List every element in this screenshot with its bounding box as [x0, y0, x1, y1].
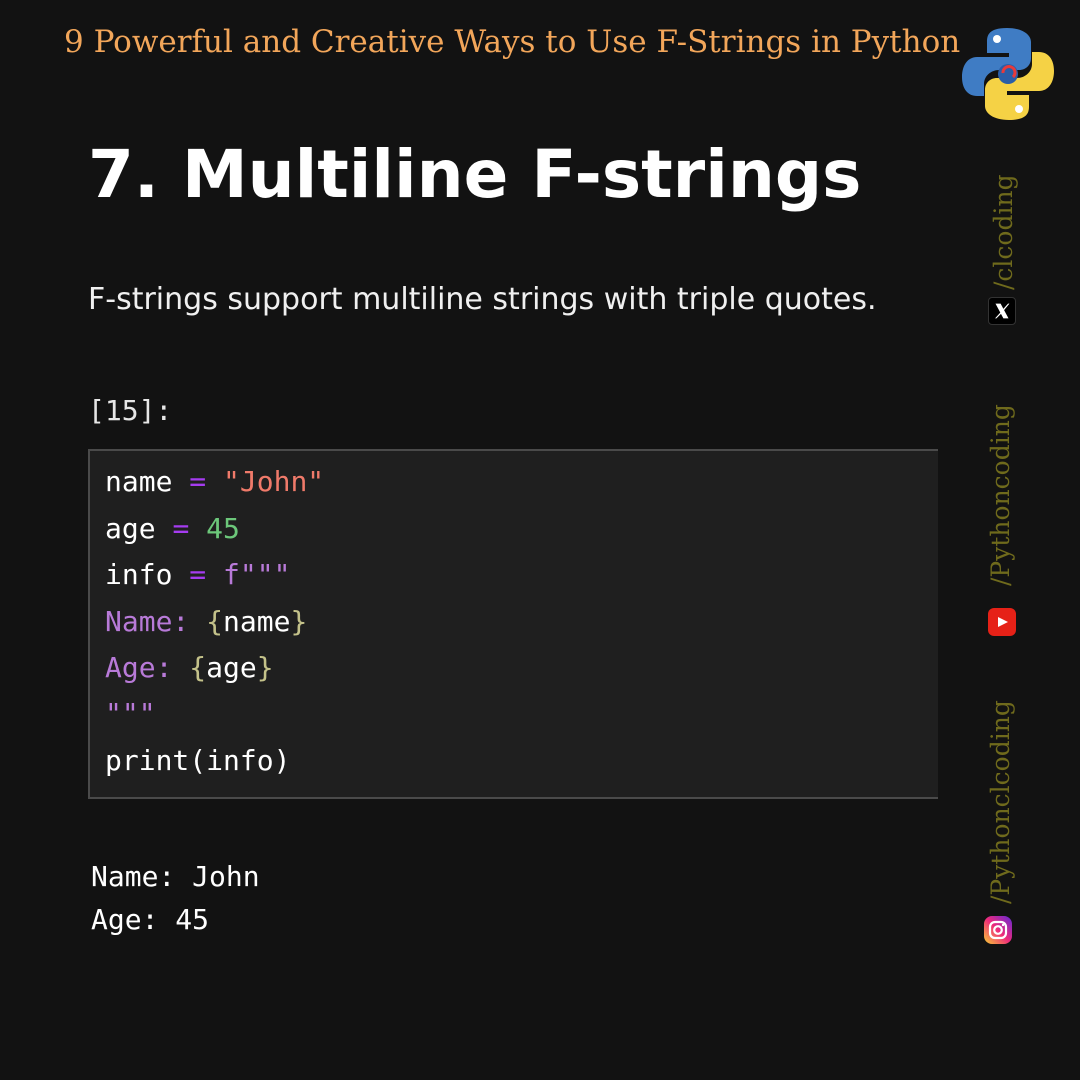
- page-title: 7. Multiline F-strings: [88, 136, 862, 213]
- code-string: "John": [223, 465, 325, 498]
- youtube-icon[interactable]: [988, 608, 1016, 636]
- code-line: name = "John": [105, 465, 324, 498]
- instagram-icon[interactable]: [984, 916, 1012, 944]
- code-var: name: [223, 605, 291, 638]
- code-line: Name: {name}: [105, 605, 307, 638]
- youtube-handle[interactable]: /Pythoncoding: [986, 404, 1015, 586]
- series-title: 9 Powerful and Creative Ways to Use F-St…: [64, 24, 961, 60]
- code-line: print(info): [105, 744, 291, 777]
- code-brace: {: [189, 651, 207, 684]
- python-logo-icon: [962, 28, 1054, 120]
- code-operator: =: [189, 465, 207, 498]
- section-description: F-strings support multiline strings with…: [88, 282, 877, 317]
- code-brace: {: [206, 605, 224, 638]
- code-var: info: [105, 558, 173, 591]
- instagram-handle[interactable]: /Pythonclcoding: [986, 700, 1015, 904]
- code-fstring-close: """: [105, 697, 156, 730]
- code-fstring-label: Name:: [105, 605, 207, 638]
- code-operator: =: [189, 558, 207, 591]
- code-brace: }: [290, 605, 308, 638]
- code-brace: }: [256, 651, 274, 684]
- output-line: Name: John: [91, 860, 260, 893]
- code-var: age: [105, 512, 156, 545]
- x-icon[interactable]: [988, 297, 1016, 325]
- code-line: age = 45: [105, 512, 240, 545]
- code-var: name: [105, 465, 173, 498]
- code-fstring-label: Age:: [105, 651, 190, 684]
- code-operator: =: [172, 512, 190, 545]
- output-line: Age: 45: [91, 903, 210, 936]
- code-line: Age: {age}: [105, 651, 274, 684]
- x-handle[interactable]: /clcoding: [989, 174, 1018, 290]
- cell-prompt: [15]:: [88, 394, 173, 427]
- code-fstring-open: f""": [223, 558, 291, 591]
- code-line: info = f""": [105, 558, 290, 591]
- code-var: age: [206, 651, 257, 684]
- code-cell[interactable]: name = "John" age = 45 info = f""" Name:…: [88, 449, 938, 799]
- code-number: 45: [206, 512, 240, 545]
